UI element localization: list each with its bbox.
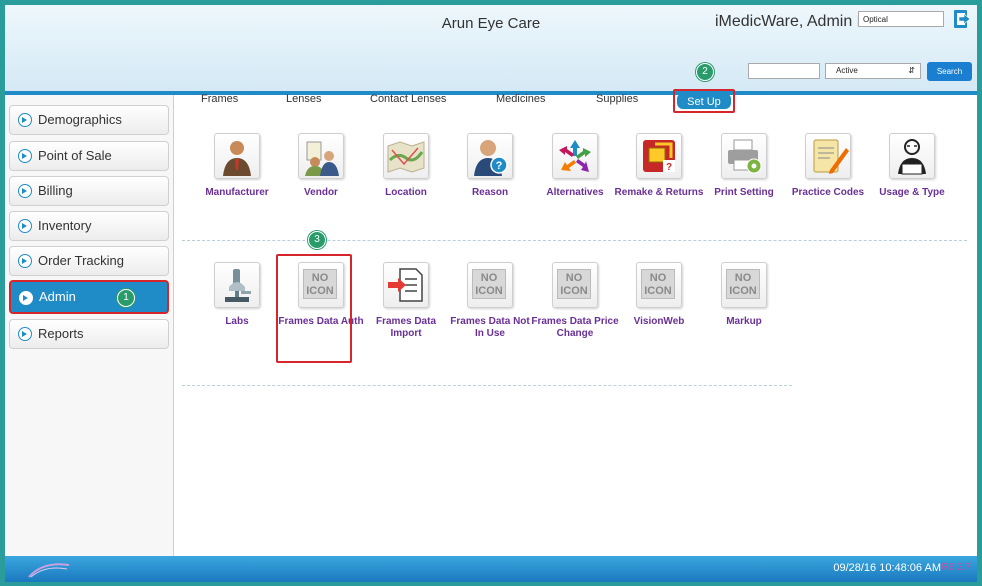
- sidebar-item-label: Demographics: [38, 112, 122, 127]
- sidebar-item-inventory[interactable]: Inventory: [9, 211, 169, 241]
- section-divider: [182, 240, 967, 241]
- highlight-frames-data-auth: [276, 254, 352, 363]
- tile-label: Location: [385, 187, 427, 198]
- footer-datetime: 09/28/16 10:48:06 AM: [833, 562, 941, 574]
- svg-text:?: ?: [496, 160, 503, 172]
- tab-contact-lenses[interactable]: Contact Lenses: [370, 93, 446, 105]
- department-field[interactable]: Optical: [858, 11, 944, 27]
- search-button[interactable]: Search: [927, 62, 972, 81]
- user-laptop-icon: [889, 133, 935, 179]
- section-divider: [182, 385, 792, 386]
- svg-text:?: ?: [666, 162, 672, 173]
- step-badge-2: 2: [696, 63, 714, 81]
- tile-label: VisionWeb: [633, 316, 685, 327]
- select-caret-icon: ⇵: [908, 66, 915, 75]
- footer-bar: 09/28/16 10:48:06 AM R6.3.7: [5, 556, 977, 582]
- tile-label: Alternatives: [546, 187, 604, 198]
- no-icon-placeholder: NO ICON: [636, 262, 682, 308]
- tile-label: Print Setting: [714, 187, 774, 198]
- map-icon: [383, 133, 429, 179]
- return-box-icon: ?: [636, 133, 682, 179]
- tab-lenses[interactable]: Lenses: [286, 93, 321, 105]
- footer-version: R6.3.7: [941, 562, 971, 573]
- search-input[interactable]: [748, 63, 820, 79]
- arrows-icon: [552, 133, 598, 179]
- sidebar-item-label: Order Tracking: [38, 253, 124, 268]
- tab-set-up-label: Set Up: [677, 93, 731, 109]
- tile-label: Labs: [225, 316, 249, 327]
- sidebar-item-reports[interactable]: Reports: [9, 319, 169, 349]
- printer-icon: [721, 133, 767, 179]
- logout-icon[interactable]: [953, 9, 971, 29]
- no-icon-text: NO ICON: [557, 269, 591, 299]
- sidebar-item-order-tracking[interactable]: Order Tracking: [9, 246, 169, 276]
- tab-frames[interactable]: Frames: [201, 93, 238, 105]
- tab-set-up[interactable]: Set Up: [673, 89, 735, 113]
- header: Arun Eye Care iMedicWare, Admin R Optica…: [5, 5, 977, 95]
- chevron-right-icon: [18, 254, 32, 268]
- tile-label: Frames Data Price Change: [531, 316, 619, 339]
- tile-label: Reason: [471, 187, 509, 198]
- tab-supplies[interactable]: Supplies: [596, 93, 638, 105]
- step-badge-3: 3: [308, 231, 326, 249]
- tile-label: Markup: [726, 316, 762, 327]
- tile-label: Manufacturer: [205, 187, 269, 198]
- person-question-icon: ?: [467, 133, 513, 179]
- sidebar-item-demographics[interactable]: Demographics: [9, 105, 169, 135]
- chevron-right-icon: [19, 291, 33, 305]
- no-icon-placeholder: NO ICON: [552, 262, 598, 308]
- sidebar-item-label: Reports: [38, 326, 84, 341]
- tile-label: Vendor: [304, 187, 338, 198]
- sidebar-item-billing[interactable]: Billing: [9, 176, 169, 206]
- chevron-right-icon: [18, 184, 32, 198]
- no-icon-text: NO ICON: [641, 269, 675, 299]
- no-icon-text: NO ICON: [472, 269, 506, 299]
- tile-label: Frames Data Import: [375, 316, 437, 339]
- chevron-right-icon: [18, 113, 32, 127]
- sidebar-item-label: Admin: [39, 289, 76, 304]
- sidebar-item-point-of-sale[interactable]: Point of Sale: [9, 141, 169, 171]
- brand-logo-icon: [28, 563, 70, 578]
- document-import-icon: [383, 262, 429, 308]
- app-window: Arun Eye Care iMedicWare, Admin R Optica…: [0, 0, 982, 586]
- sidebar-item-label: Billing: [38, 183, 73, 198]
- step-badge-1: 1: [117, 289, 135, 307]
- chevron-right-icon: [18, 327, 32, 341]
- tile-label: Remake & Returns: [614, 187, 704, 198]
- microscope-icon: [214, 262, 260, 308]
- manufacturer-icon: [214, 133, 260, 179]
- tab-medicines[interactable]: Medicines: [496, 93, 546, 105]
- status-select[interactable]: Active ⇵: [825, 63, 921, 79]
- no-icon-placeholder: NO ICON: [721, 262, 767, 308]
- no-icon-text: NO ICON: [726, 269, 760, 299]
- tile-label: Practice Codes: [791, 187, 865, 198]
- chevron-right-icon: [18, 219, 32, 233]
- tile-label: Usage & Type: [879, 187, 945, 198]
- sidebar: Demographics Point of Sale Billing Inven…: [5, 95, 174, 560]
- user-name: iMedicWare, Admin R: [715, 13, 869, 30]
- sidebar-item-label: Inventory: [38, 218, 92, 233]
- no-icon-placeholder: NO ICON: [467, 262, 513, 308]
- status-select-value: Active: [836, 66, 858, 75]
- clipboard-pencil-icon: [805, 133, 851, 179]
- chevron-right-icon: [18, 149, 32, 163]
- vendor-icon: [298, 133, 344, 179]
- sidebar-item-admin[interactable]: Admin 1: [9, 280, 169, 314]
- tile-label: Frames Data Not In Use: [450, 316, 530, 339]
- sidebar-item-label: Point of Sale: [38, 148, 112, 163]
